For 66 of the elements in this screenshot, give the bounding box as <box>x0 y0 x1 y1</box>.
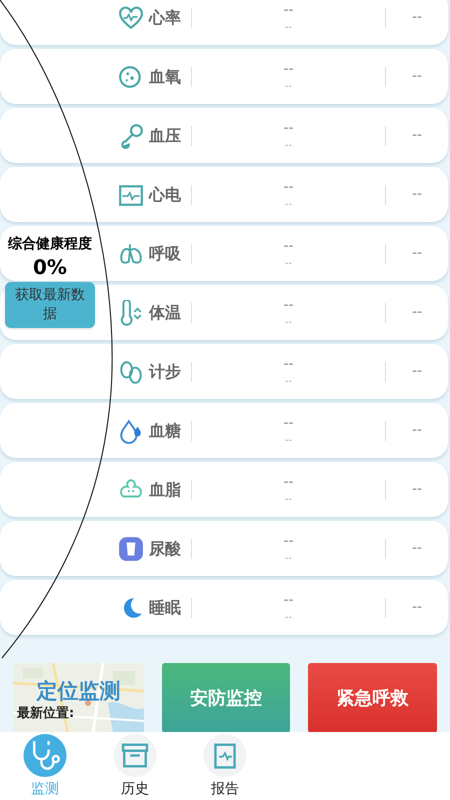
metric-extra: -- <box>410 185 424 204</box>
location-map-button[interactable]: 定位监测 最新位置: <box>13 663 144 733</box>
metric-extra: -- <box>410 480 424 499</box>
nav-tab[interactable]: 历史 <box>90 732 180 800</box>
metric-subvalue: -- <box>284 436 292 446</box>
metric-card[interactable]: 血压 -- -- -- <box>0 108 448 163</box>
metric-card[interactable]: 血氧 -- -- -- <box>0 49 448 104</box>
metric-card[interactable]: 计步 -- -- -- <box>0 344 448 399</box>
archive-box-icon <box>113 734 157 777</box>
emergency-call-button[interactable]: 紧急呼救 <box>308 663 437 733</box>
metric-extra: -- <box>410 598 424 617</box>
health-title: 综合健康程度 <box>8 234 92 254</box>
health-percent: 0% <box>33 255 67 280</box>
metric-card[interactable]: 血脂 -- -- -- <box>0 462 448 517</box>
metric-label: 心电 <box>149 184 181 206</box>
metric-value: -- <box>283 474 294 488</box>
metric-card[interactable]: 心电 -- -- -- <box>0 167 448 222</box>
metric-label: 呼吸 <box>149 242 181 264</box>
metric-extra: -- <box>410 126 424 145</box>
metric-icon <box>118 358 144 384</box>
metric-subvalue: -- <box>284 140 292 150</box>
metric-subvalue: -- <box>284 376 292 386</box>
metric-label: 睡眠 <box>149 596 181 618</box>
metric-value: -- <box>283 180 294 194</box>
metric-subvalue: -- <box>284 318 292 328</box>
metric-subvalue: -- <box>284 200 292 210</box>
metric-subvalue: -- <box>284 494 292 504</box>
metric-value: -- <box>283 2 294 16</box>
metric-value: -- <box>283 592 294 606</box>
metric-label: 心率 <box>149 6 181 28</box>
metric-subvalue: -- <box>284 612 292 622</box>
metric-label: 血糖 <box>149 420 181 442</box>
nav-tab[interactable]: 报告 <box>180 732 270 800</box>
metric-label: 计步 <box>149 360 181 382</box>
metric-label: 尿酸 <box>149 538 181 560</box>
refresh-data-button[interactable]: 获取最新数据 <box>5 282 95 328</box>
metric-subvalue: -- <box>284 22 292 32</box>
metric-value: -- <box>283 534 294 548</box>
clipboard-icon <box>203 734 247 777</box>
metric-card[interactable]: 心率 -- -- -- <box>0 0 448 45</box>
metric-subvalue: -- <box>284 258 292 268</box>
metric-extra: -- <box>410 362 424 381</box>
metric-label: 血压 <box>149 124 181 146</box>
metric-card[interactable]: 睡眠 -- -- -- <box>0 580 448 635</box>
metric-label: 体温 <box>149 302 181 324</box>
metric-icon <box>118 300 144 326</box>
metric-value: -- <box>283 238 294 252</box>
metric-extra: -- <box>410 8 424 27</box>
metric-label: 血脂 <box>149 478 181 500</box>
metric-card[interactable]: 尿酸 -- -- -- <box>0 521 448 576</box>
metric-value: -- <box>283 416 294 430</box>
metric-extra: -- <box>410 539 424 558</box>
metric-extra: -- <box>410 244 424 263</box>
metric-value: -- <box>283 62 294 76</box>
metric-subvalue: -- <box>284 82 292 92</box>
metric-value: -- <box>283 356 294 370</box>
metric-extra: -- <box>410 303 424 322</box>
metric-label: 血氧 <box>149 66 181 88</box>
metric-value: -- <box>283 120 294 134</box>
metric-extra: -- <box>410 67 424 86</box>
metric-icon <box>118 4 144 30</box>
metric-extra: -- <box>410 421 424 440</box>
metric-value: -- <box>283 298 294 312</box>
metric-card[interactable]: 血糖 -- -- -- <box>0 403 448 458</box>
metric-subvalue: -- <box>284 554 292 564</box>
metric-icon <box>118 536 144 562</box>
